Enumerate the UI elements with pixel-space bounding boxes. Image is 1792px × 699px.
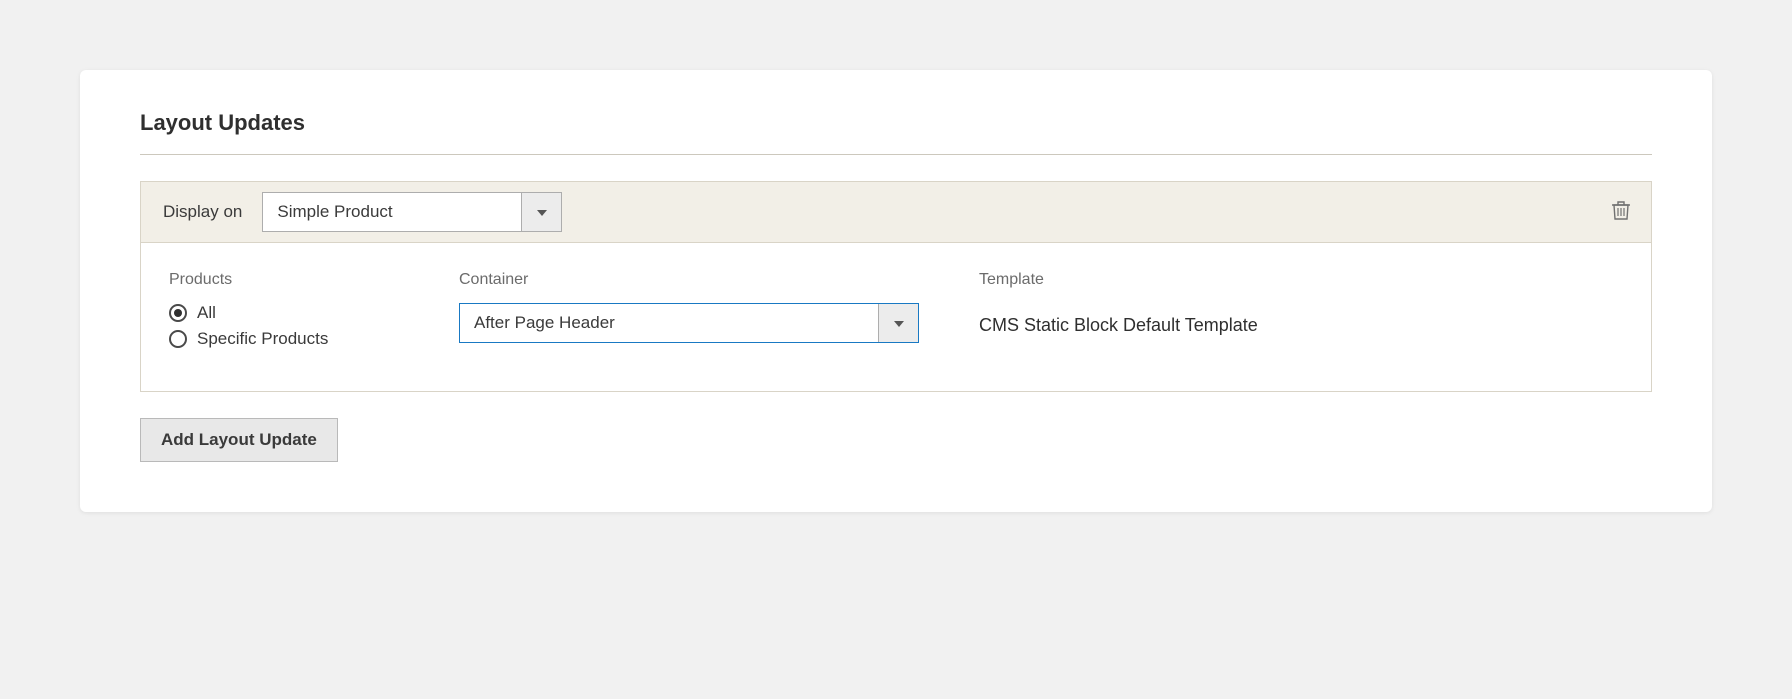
display-on-label: Display on	[163, 202, 242, 222]
container-label: Container	[459, 271, 919, 289]
products-radio-all[interactable]: All	[169, 303, 399, 323]
layout-update-item: Display on Simple Product	[140, 181, 1652, 392]
template-column: Template CMS Static Block Default Templa…	[979, 271, 1623, 355]
template-label: Template	[979, 271, 1623, 289]
add-layout-update-button[interactable]: Add Layout Update	[140, 418, 338, 462]
radio-label-all: All	[197, 303, 216, 323]
layout-updates-panel: Layout Updates Display on Simple Product	[80, 70, 1712, 512]
delete-layout-update-button[interactable]	[1607, 198, 1635, 226]
display-on-dropdown-button[interactable]	[521, 193, 561, 231]
radio-icon	[169, 330, 187, 348]
radio-label-specific: Specific Products	[197, 329, 328, 349]
container-select[interactable]: After Page Header	[459, 303, 919, 343]
trash-icon	[1612, 200, 1630, 225]
container-value: After Page Header	[460, 304, 878, 342]
chevron-down-icon	[894, 314, 904, 332]
section-title: Layout Updates	[140, 110, 1652, 155]
products-label: Products	[169, 271, 399, 289]
layout-update-body: Products All Specific Products Container…	[141, 243, 1651, 391]
container-column: Container After Page Header	[459, 271, 919, 355]
template-value: CMS Static Block Default Template	[979, 303, 1623, 345]
products-radio-specific[interactable]: Specific Products	[169, 329, 399, 349]
radio-icon	[169, 304, 187, 322]
layout-update-header: Display on Simple Product	[141, 182, 1651, 243]
container-dropdown-button[interactable]	[878, 304, 918, 342]
products-column: Products All Specific Products	[169, 271, 399, 355]
chevron-down-icon	[537, 203, 547, 221]
display-on-select[interactable]: Simple Product	[262, 192, 562, 232]
display-on-value: Simple Product	[263, 193, 521, 231]
